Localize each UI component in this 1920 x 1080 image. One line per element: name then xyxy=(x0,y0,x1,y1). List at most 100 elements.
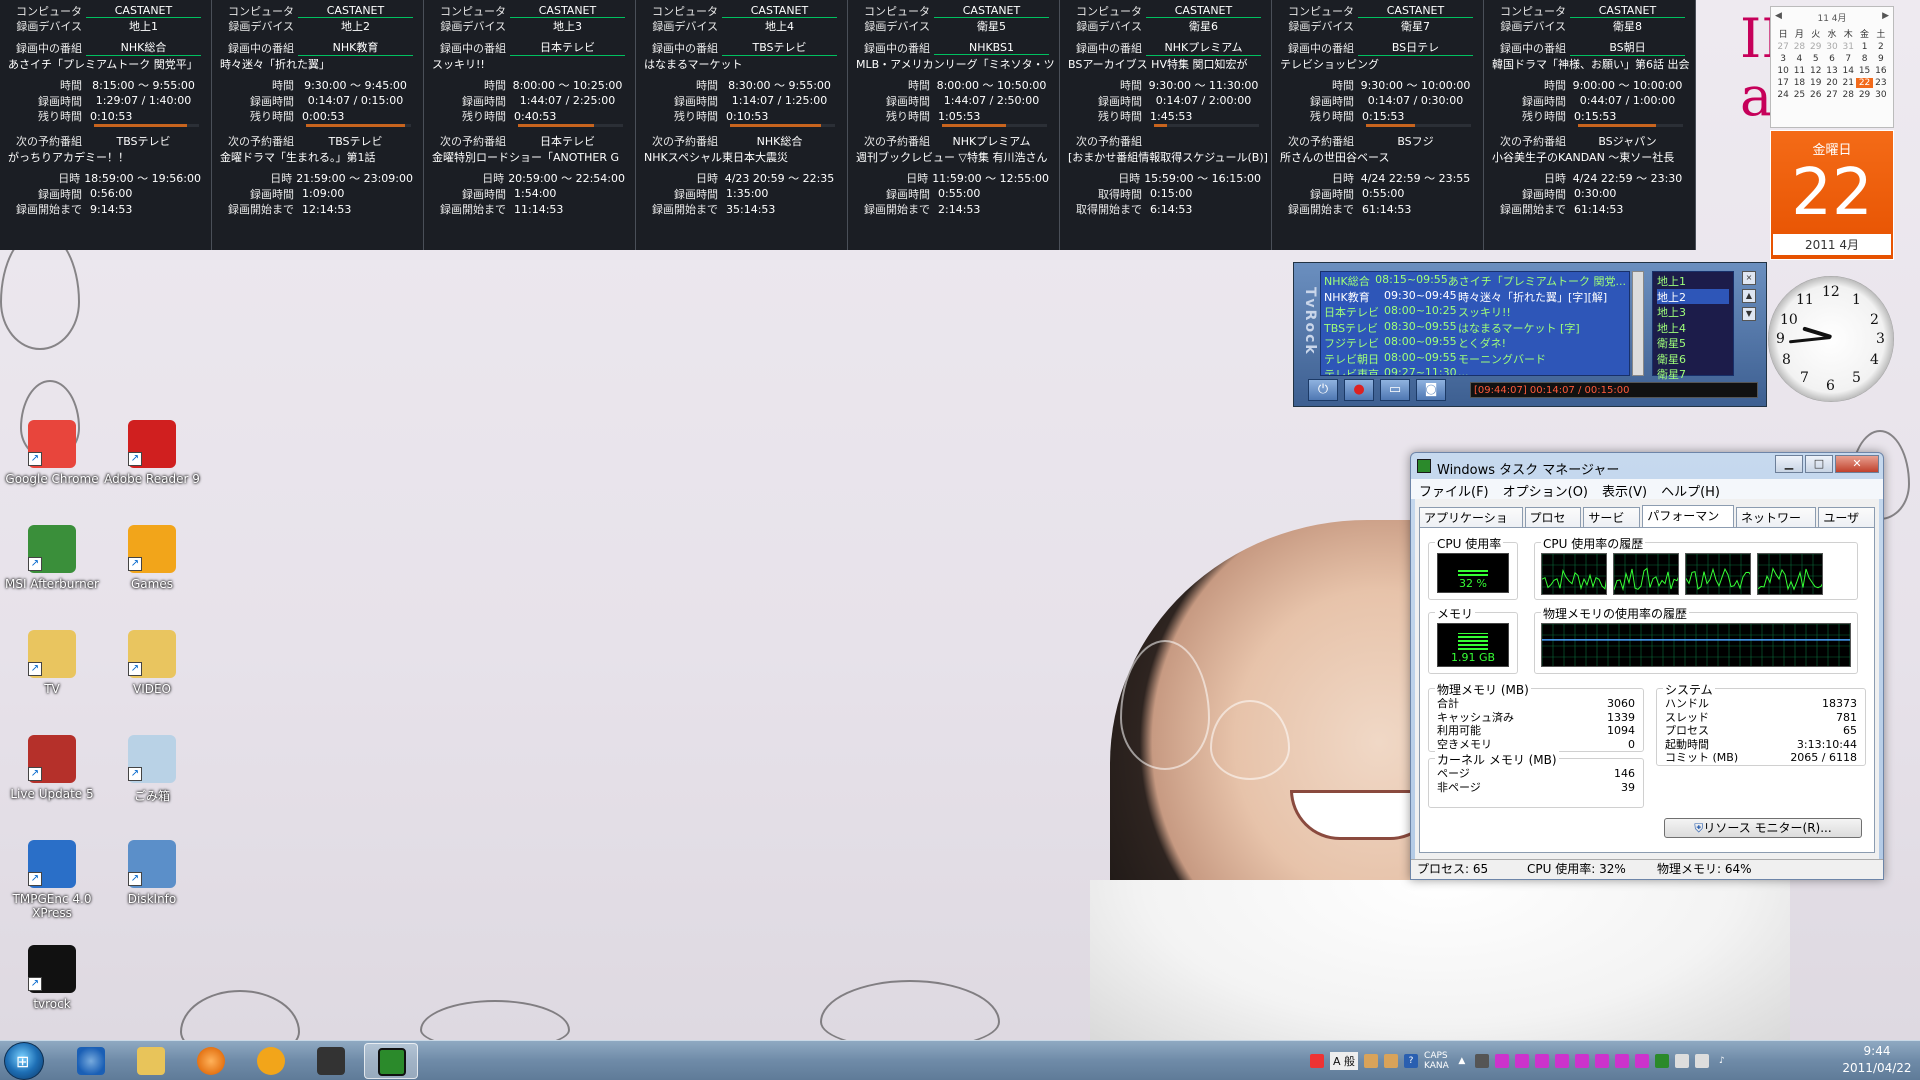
tvrock-program-row[interactable]: テレビ朝日 08:00~09:55 モーニングバード xyxy=(1324,351,1626,367)
menu-item[interactable]: ヘルプ(H) xyxy=(1661,481,1720,500)
task-manager-titlebar[interactable]: Windows タスク マネージャー ▁ □ ✕ xyxy=(1411,453,1883,479)
taskbar-games[interactable] xyxy=(244,1043,298,1079)
calendar-day[interactable]: 6 xyxy=(1824,54,1840,64)
desktop-icon[interactable]: ↗ tvrock xyxy=(2,945,102,1011)
calendar-day[interactable]: 4 xyxy=(1791,54,1807,64)
tray-icon[interactable] xyxy=(1574,1054,1589,1068)
calendar-prev-icon[interactable]: ◀ xyxy=(1775,11,1782,24)
tvrock-channel-list[interactable]: 地上1 地上2 地上3 地上4 衛星5 衛星6 衛星7 xyxy=(1652,271,1734,381)
menu-item[interactable]: ファイル(F) xyxy=(1419,481,1489,500)
capture-button[interactable]: ◙ xyxy=(1416,379,1446,401)
menu-item[interactable]: オプション(O) xyxy=(1503,481,1588,500)
calendar-gadget[interactable]: ◀ 11 4月 ▶ 日月火水木金土 27 28 29 30 31 1 2 3 4 5 6 7 8 9 10 11 12… xyxy=(1770,6,1894,264)
calendar-day[interactable]: 27 xyxy=(1824,90,1840,100)
desktop-icon[interactable]: ↗ ごみ箱 xyxy=(102,735,202,804)
maximize-button[interactable]: □ xyxy=(1805,455,1833,473)
tvrock-program-row[interactable]: TBSテレビ 08:30~09:55 はなまるマーケット [字] xyxy=(1324,320,1626,336)
desktop-icon[interactable]: ↗ TV xyxy=(2,630,102,696)
tray-expand-icon[interactable]: ▲ xyxy=(1455,1054,1469,1068)
desktop-icon[interactable]: ↗ MSI Afterburner xyxy=(2,525,102,591)
tray-icon[interactable] xyxy=(1514,1054,1529,1068)
calendar-day[interactable]: 31 xyxy=(1840,42,1856,52)
tvrock-program-row[interactable]: テレビ東京 09:27~11:30... xyxy=(1324,366,1626,375)
taskbar-task-manager[interactable] xyxy=(364,1043,418,1079)
tvrock-up-icon[interactable]: ▲ xyxy=(1742,289,1756,303)
desktop-icon[interactable]: ↗ Live Update 5 xyxy=(2,735,102,801)
calendar-day[interactable]: 1 xyxy=(1856,42,1872,52)
tray-icon[interactable] xyxy=(1384,1054,1399,1068)
tray-icon[interactable] xyxy=(1554,1054,1569,1068)
calendar-day[interactable]: 15 xyxy=(1856,66,1872,76)
calendar-day[interactable]: 25 xyxy=(1791,90,1807,100)
calendar-day[interactable]: 24 xyxy=(1775,90,1791,100)
tvrock-list-scrollbar[interactable] xyxy=(1632,271,1644,376)
tvrock-window[interactable]: TvRock NHK総合 08:15~09:55 あさイチ「プレミアムトーク 関党.… xyxy=(1293,262,1767,407)
calendar-day[interactable]: 20 xyxy=(1824,78,1840,88)
taskbar-explorer[interactable] xyxy=(124,1043,178,1079)
taskbar-tmpgenc[interactable] xyxy=(304,1043,358,1079)
tray-icon[interactable] xyxy=(1364,1054,1379,1068)
calendar-day[interactable]: 11 xyxy=(1791,66,1807,76)
tvrock-program-row[interactable]: NHK総合 08:15~09:55 あさイチ「プレミアムトーク 関党... xyxy=(1324,273,1626,289)
calendar-day[interactable]: 14 xyxy=(1840,66,1856,76)
desktop-icon[interactable]: ↗ DiskInfo xyxy=(102,840,202,906)
clock-gadget[interactable]: 12 1 2 3 4 5 6 7 8 9 10 11 xyxy=(1768,276,1894,402)
close-button[interactable]: ✕ xyxy=(1835,455,1879,473)
minimize-button[interactable]: ▁ xyxy=(1775,455,1803,473)
tvrock-channel-item[interactable]: 衛星6 xyxy=(1657,351,1729,367)
tvrock-program-row[interactable]: フジテレビ 08:00~09:55 とくダネ! xyxy=(1324,335,1626,351)
tvrock-channel-item[interactable]: 地上4 xyxy=(1657,320,1729,336)
network-icon[interactable] xyxy=(1694,1054,1709,1068)
calendar-day[interactable]: 29 xyxy=(1808,42,1824,52)
calendar-day[interactable]: 13 xyxy=(1824,66,1840,76)
volume-icon[interactable]: ♪ xyxy=(1715,1054,1729,1068)
calendar-day[interactable]: 18 xyxy=(1791,78,1807,88)
view-button[interactable]: ▭ xyxy=(1380,379,1410,401)
tvrock-channel-item[interactable]: 地上3 xyxy=(1657,304,1729,320)
taskbar-clock[interactable]: 9:44 2011/04/22 xyxy=(1838,1043,1916,1077)
tray-icon[interactable] xyxy=(1614,1054,1629,1068)
calendar-day[interactable]: 10 xyxy=(1775,66,1791,76)
calendar-day[interactable]: 5 xyxy=(1808,54,1824,64)
tvrock-channel-item[interactable]: 衛星5 xyxy=(1657,335,1729,351)
calendar-day[interactable]: 7 xyxy=(1840,54,1856,64)
start-button[interactable]: ⊞ xyxy=(4,1042,44,1080)
action-center-icon[interactable] xyxy=(1674,1054,1689,1068)
calendar-day[interactable]: 9 xyxy=(1873,54,1889,64)
calendar-day[interactable]: 16 xyxy=(1873,66,1889,76)
calendar-day[interactable]: 12 xyxy=(1808,66,1824,76)
calendar-next-icon[interactable]: ▶ xyxy=(1882,11,1889,24)
calendar-day[interactable]: 3 xyxy=(1775,54,1791,64)
tvrock-channel-item[interactable]: 地上1 xyxy=(1657,273,1729,289)
ime-indicator[interactable]: A 般 xyxy=(1330,1052,1359,1070)
desktop-icon[interactable]: ↗ TMPGEnc 4.0 XPress xyxy=(2,840,102,920)
calendar-day[interactable]: 23 xyxy=(1873,78,1889,88)
resource-monitor-button[interactable]: ⛨リソース モニター(R)... xyxy=(1664,818,1862,838)
calendar-day[interactable]: 28 xyxy=(1791,42,1807,52)
power-button[interactable]: ⏻ xyxy=(1308,379,1338,401)
record-button[interactable]: ● xyxy=(1344,379,1374,401)
calendar-day[interactable]: 28 xyxy=(1840,90,1856,100)
calendar-day-view[interactable]: 金曜日 22 2011 4月 xyxy=(1770,130,1894,260)
calendar-day[interactable]: 8 xyxy=(1856,54,1872,64)
tvrock-down-icon[interactable]: ▼ xyxy=(1742,307,1756,321)
tray-icon[interactable] xyxy=(1494,1054,1509,1068)
menu-item[interactable]: 表示(V) xyxy=(1602,481,1647,500)
calendar-month-view[interactable]: ◀ 11 4月 ▶ 日月火水木金土 27 28 29 30 31 1 2 3 4 5 6 7 8 9 10 11 12… xyxy=(1770,6,1894,128)
taskbar-ie[interactable] xyxy=(64,1043,118,1079)
calendar-day[interactable]: 27 xyxy=(1775,42,1791,52)
tray-icon[interactable] xyxy=(1594,1054,1609,1068)
calendar-day[interactable]: 2 xyxy=(1873,42,1889,52)
task-manager-tray-icon[interactable] xyxy=(1654,1054,1669,1068)
tvrock-close-icon[interactable]: × xyxy=(1742,271,1756,285)
desktop-icon[interactable]: ↗ VIDEO xyxy=(102,630,202,696)
task-manager-window[interactable]: Windows タスク マネージャー ▁ □ ✕ ファイル(F) オプション(O)… xyxy=(1410,452,1884,880)
calendar-day[interactable]: 22 xyxy=(1856,78,1873,88)
calendar-day[interactable]: 19 xyxy=(1808,78,1824,88)
help-icon[interactable]: ? xyxy=(1404,1054,1419,1068)
tray-icon[interactable] xyxy=(1474,1054,1489,1068)
calendar-day[interactable]: 30 xyxy=(1873,90,1889,100)
tvrock-program-row[interactable]: 日本テレビ 08:00~10:25 スッキリ!! xyxy=(1324,304,1626,320)
tvrock-channel-item[interactable]: 地上2 xyxy=(1657,288,1729,304)
calendar-day[interactable]: 17 xyxy=(1775,78,1791,88)
